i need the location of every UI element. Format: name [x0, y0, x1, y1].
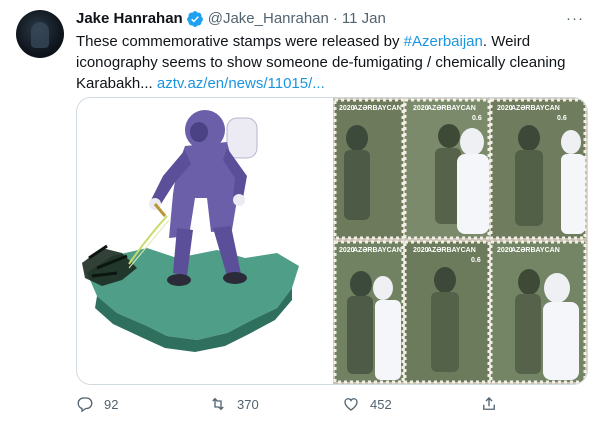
url-link[interactable]: aztv.az/en/news/11015/... [157, 75, 325, 92]
share-icon [483, 397, 495, 410]
author-name[interactable]: Jake Hanrahan [76, 9, 183, 29]
stamp-value: 0.6 [557, 115, 567, 122]
retweet-button[interactable]: 370 [209, 395, 259, 413]
stamp-value: 0.6 [471, 257, 481, 264]
hashtag-link[interactable]: #Azerbaijan [404, 33, 483, 50]
reply-count: 92 [104, 396, 119, 412]
tweet-text: These commemorative stamps were released… [76, 31, 586, 94]
stamp-value: 0.6 [472, 115, 482, 122]
like-count: 452 [370, 396, 392, 412]
avatar[interactable] [16, 10, 64, 58]
tweet-header: Jake Hanrahan @Jake_Hanrahan · 11 Jan ··… [76, 9, 586, 29]
tweet[interactable]: Jake Hanrahan @Jake_Hanrahan · 11 Jan ··… [0, 0, 602, 430]
reply-button[interactable]: 92 [76, 395, 118, 413]
stamp-label: AZƏRBAYCAN [427, 247, 476, 254]
separator: · [332, 10, 338, 27]
stamp-label: AZƏRBAYCAN [511, 247, 560, 254]
verified-badge-icon [186, 10, 204, 28]
like-button[interactable]: 452 [342, 395, 392, 413]
stamp-label: AZƏRBAYCAN [353, 105, 402, 112]
author-handle[interactable]: @Jake_Hanrahan [208, 9, 329, 29]
action-bar: 92 370 452 [76, 392, 516, 416]
stamp-label: AZƏRBAYCAN [353, 247, 402, 254]
stamp-label: AZƏRBAYCAN [511, 105, 560, 112]
like-icon [344, 398, 358, 411]
retweet-count: 370 [237, 396, 259, 412]
tweet-date[interactable]: 11 Jan [342, 9, 386, 29]
stamp-label: AZƏRBAYCAN [427, 105, 476, 112]
retweet-icon [212, 397, 224, 411]
more-icon[interactable]: ··· [566, 9, 584, 29]
media-image[interactable]: 2020 AZƏRBAYCAN 2020 AZƏRBAYCAN 2020 AZƏ… [76, 97, 588, 385]
reply-icon [77, 397, 93, 413]
tweet-text-part: These commemorative stamps were released… [76, 33, 404, 50]
stamps-grid [333, 98, 587, 384]
share-button[interactable] [480, 395, 508, 413]
